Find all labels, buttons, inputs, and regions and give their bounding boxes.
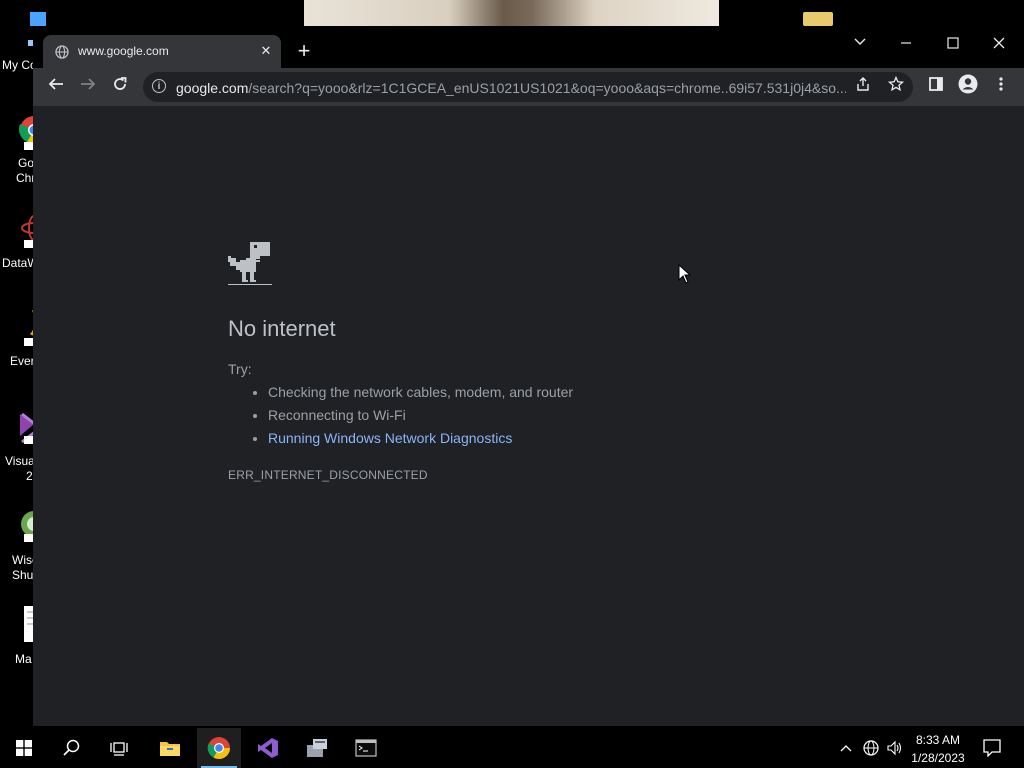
visual-studio-icon [258, 738, 278, 758]
side-panel-button[interactable] [923, 74, 949, 100]
volume-button[interactable] [884, 728, 906, 768]
network-button[interactable] [860, 728, 882, 768]
error-page: No internet Try: Checking the network ca… [33, 106, 1024, 726]
taskbar: 8:33 AM 1/28/2023 [0, 728, 1024, 768]
browser-window: www.google.com ✕ + i google.com/search?q [33, 26, 1024, 726]
offline-dino-icon [228, 242, 272, 285]
taskbar-search-button[interactable] [50, 728, 94, 768]
mouse-cursor-icon [678, 264, 692, 284]
wallpaper-photo [304, 0, 719, 26]
forward-arrow-icon [81, 78, 96, 90]
tab-title: www.google.com [78, 44, 169, 58]
clock-time: 8:33 AM [915, 733, 961, 747]
chrome-taskbar-button[interactable] [197, 728, 241, 768]
site-info-icon[interactable]: i [152, 79, 166, 93]
search-icon [63, 739, 80, 756]
suggestion-list: Checking the network cables, modem, and … [228, 382, 573, 451]
menu-button[interactable] [988, 74, 1014, 100]
network-diagnostics-link[interactable]: Running Windows Network Diagnostics [268, 428, 573, 451]
chrome-icon [207, 737, 230, 759]
notification-icon [983, 739, 1001, 757]
file-explorer-icon [160, 742, 180, 756]
action-center-button[interactable] [980, 728, 1004, 768]
browser-toolbar: i google.com/search?q=yooo&rlz=1C1GCEA_e… [33, 68, 1024, 106]
desktop-icon-label: My Co [2, 58, 37, 72]
bookmark-star-icon[interactable] [885, 75, 907, 98]
suggestion-item: Checking the network cables, modem, and … [268, 382, 573, 405]
app-taskbar-button[interactable] [295, 728, 339, 768]
folder-icon[interactable] [803, 12, 833, 26]
new-tab-button[interactable]: + [291, 40, 317, 64]
browser-tab[interactable]: www.google.com ✕ [43, 35, 281, 68]
desktop-icon-label: Visua [5, 454, 35, 468]
side-panel-icon [929, 77, 943, 91]
close-window-button[interactable] [979, 30, 1019, 60]
url-path: /search?q=yooo&rlz=1C1GCEA_enUS1021US102… [248, 80, 846, 96]
tab-close-icon[interactable]: ✕ [257, 42, 275, 60]
page-heading: No internet [228, 316, 336, 341]
system-clock[interactable]: 8:33 AM 1/28/2023 [905, 731, 971, 767]
back-button[interactable] [43, 74, 69, 100]
error-code: ERR_INTERNET_DISCONNECTED [228, 468, 428, 482]
globe-network-icon [863, 740, 879, 756]
terminal-taskbar-button[interactable] [344, 728, 388, 768]
suggestion-item: Reconnecting to Wi-Fi [268, 405, 573, 428]
task-view-icon [110, 742, 128, 756]
try-label: Try: [228, 361, 252, 377]
clock-date: 1/28/2023 [911, 751, 965, 765]
desktop-icon-label-2: 2 [26, 469, 33, 483]
maximize-button[interactable] [933, 30, 973, 60]
windows-start-icon [16, 740, 32, 756]
kebab-menu-icon [999, 77, 1003, 91]
start-button[interactable] [2, 728, 46, 768]
back-arrow-icon [48, 78, 63, 90]
url-text[interactable]: google.com/search?q=yooo&rlz=1C1GCEA_enU… [176, 80, 846, 96]
address-bar[interactable]: i google.com/search?q=yooo&rlz=1C1GCEA_e… [143, 72, 913, 102]
profile-button[interactable] [955, 74, 981, 100]
reload-button[interactable] [107, 74, 133, 100]
file-explorer-button[interactable] [148, 728, 192, 768]
app-icon [307, 739, 327, 757]
desktop-icon-label: Ever [10, 354, 35, 368]
show-hidden-icons-button[interactable] [836, 728, 856, 768]
tab-search-icon[interactable] [840, 30, 880, 60]
reload-icon [114, 77, 127, 90]
speaker-icon [887, 740, 902, 756]
desktop-icon-label: Go [18, 156, 35, 170]
visual-studio-taskbar-button[interactable] [246, 728, 290, 768]
minimize-button[interactable] [886, 30, 926, 60]
terminal-icon [355, 739, 377, 757]
forward-button[interactable] [75, 74, 101, 100]
globe-icon [55, 45, 69, 59]
task-view-button[interactable] [97, 728, 141, 768]
url-host: google.com [176, 80, 249, 96]
profile-avatar-icon [958, 74, 978, 94]
desktop-icon-label: Ma [15, 652, 32, 666]
chevron-up-icon [840, 745, 852, 752]
title-bar[interactable]: www.google.com ✕ + [33, 26, 1024, 68]
share-icon[interactable] [852, 76, 874, 98]
